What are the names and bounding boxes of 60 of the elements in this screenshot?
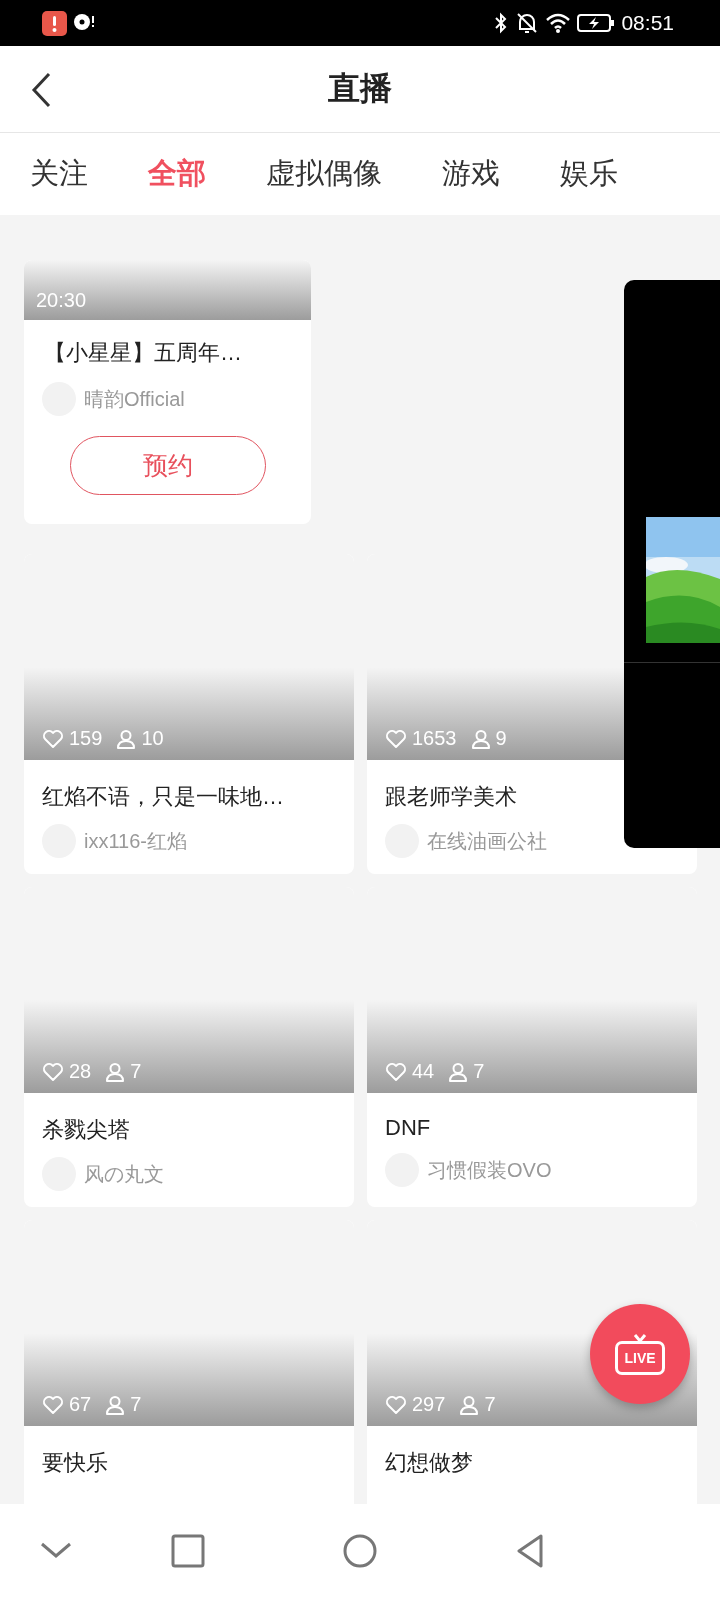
person-icon [105,1061,126,1082]
heart-icon [42,1394,64,1415]
hide-keyboard-button[interactable] [40,1540,72,1560]
heart-icon [385,1394,407,1415]
like-count: 297 [412,1393,446,1416]
category-tab[interactable]: 全部 [148,154,206,194]
like-count: 159 [69,727,103,750]
viewer-count: 7 [130,1393,142,1416]
viewer-count: 9 [495,727,507,750]
stream-title: 杀戮尖塔 [41,1116,131,1144]
video-player-overlay[interactable] [624,280,720,848]
viewer-count: 10 [141,727,164,750]
person-icon [459,1394,480,1415]
back-nav-button[interactable] [516,1534,544,1568]
alert-app-icon [42,10,67,36]
streamer-name: 晴韵Official [84,386,185,412]
stream-thumbnail[interactable]: 159 10 [24,554,354,760]
person-icon [105,1394,126,1415]
like-count: 44 [412,1060,435,1083]
heart-icon [385,728,407,749]
antenna-icon [632,1334,648,1344]
stream-title: 跟老师学美术 [384,783,518,811]
start-time: 20:30 [36,289,87,312]
stream-thumbnail[interactable]: 44 7 [367,887,697,1093]
recents-button[interactable] [171,1534,205,1568]
streamer-name: ixx116-红焰 [84,828,187,854]
stream-title: DNF [384,1114,432,1141]
stream-title: 【小星星】五周年… [43,339,243,367]
stream-thumbnail[interactable]: 20:30 [24,260,311,320]
viewer-count: 7 [473,1060,485,1083]
stream-title: 幻想做梦 [384,1449,474,1477]
like-count: 1653 [412,727,457,750]
person-icon [116,728,137,749]
streamer-name: 习惯假装OVO [427,1157,552,1183]
like-count: 28 [69,1060,92,1083]
disc-icon [73,13,95,33]
category-tab[interactable]: 虚拟偶像 [266,154,382,194]
battery-icon [577,13,616,33]
stream-thumbnail[interactable]: 28 7 [24,887,354,1093]
person-icon [470,728,491,749]
wifi-icon [545,12,572,34]
person-icon [448,1061,469,1082]
category-tab[interactable]: 关注 [30,154,88,194]
stream-thumbnail[interactable]: 67 7 [24,1220,354,1426]
category-tab[interactable]: 游戏 [442,154,500,194]
like-count: 67 [69,1393,92,1416]
streamer-name: 风の丸文 [84,1161,164,1187]
reserve-button[interactable]: 预约 [69,436,266,495]
category-tab[interactable]: 娱乐 [560,154,618,194]
heart-icon [42,1061,64,1082]
clock-time: 08:51 [621,11,674,35]
streamer-name: 在线油画公社 [427,828,547,854]
viewer-count: 7 [130,1060,142,1083]
heart-icon [385,1061,407,1082]
page-title: 直播 [328,69,392,108]
home-button[interactable] [343,1534,377,1568]
viewer-count: 7 [484,1393,496,1416]
stream-title: 红焰不语，只是一味地… [41,783,285,811]
heart-icon [42,728,64,749]
stream-title: 要快乐 [41,1449,109,1477]
